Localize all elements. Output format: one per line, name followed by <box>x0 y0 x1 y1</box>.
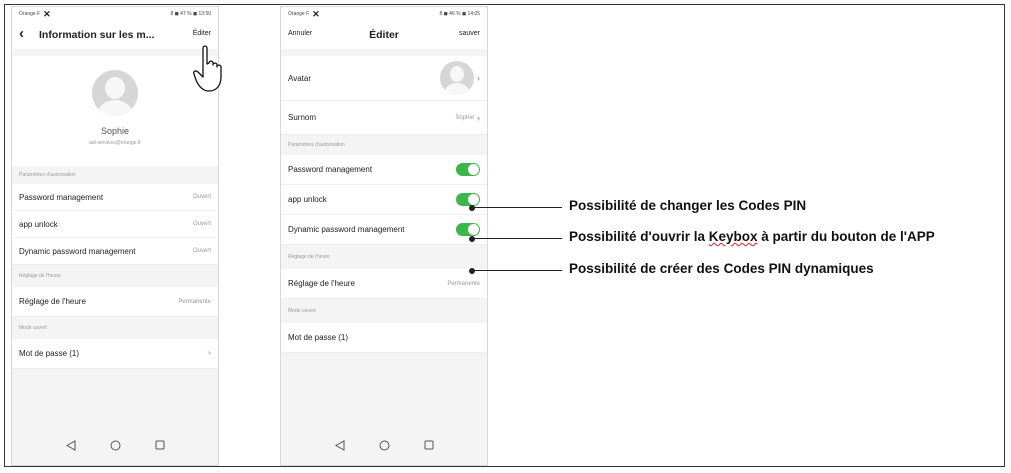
row-password-management: Password management <box>281 155 487 185</box>
carrier-label: Orange F <box>288 11 310 17</box>
annotation-dot <box>469 268 475 274</box>
profile-name: Sophie <box>100 126 130 136</box>
annotation-line <box>472 270 562 271</box>
row-password-management[interactable]: Password management Ouvert <box>12 184 218 211</box>
row-label: Réglage de l'heure <box>288 279 355 288</box>
annotation-line <box>472 238 562 239</box>
status-bar: Orange F ✕ 8 ◼ 47 % ◼ 13:50 <box>12 7 218 21</box>
chevron-right-icon: > <box>207 350 211 357</box>
row-dynamic-password[interactable]: Dynamic password management Ouvert <box>12 238 218 265</box>
phone-screen-info: Orange F ✕ 8 ◼ 47 % ◼ 13:50 ‹ Informatio… <box>11 6 219 466</box>
row-app-unlock[interactable]: app unlock Ouvert <box>12 211 218 238</box>
row-avatar[interactable]: Avatar › <box>281 56 487 101</box>
mute-x-icon: ✕ <box>312 8 320 19</box>
annotation-open-keybox: Possibilité d'ouvrir la Keybox à partir … <box>569 229 935 244</box>
row-label: Dynamic password management <box>288 225 405 234</box>
toggle-dynamic-password[interactable] <box>456 223 480 236</box>
row-value: Ouvert <box>192 194 211 200</box>
row-time-setting[interactable]: Réglage de l'heure Permanente <box>12 287 218 317</box>
annotation-dynamic-pin: Possibilité de créer des Codes PIN dynam… <box>569 261 874 276</box>
section-label-time: Réglage de l'heure <box>19 273 61 279</box>
profile-card: Sophie adi-services@orange.fr <box>12 56 218 166</box>
row-label: app unlock <box>19 219 58 229</box>
row-nickname[interactable]: Surnom Sophie › <box>281 101 487 135</box>
row-password-list[interactable]: Mot de passe (1) <box>281 323 487 353</box>
avatar <box>92 70 138 116</box>
row-label: Password management <box>19 192 104 202</box>
toggle-app-unlock[interactable] <box>456 193 480 206</box>
row-password-list[interactable]: Mot de passe (1) > <box>12 339 218 369</box>
annotation-text-part: Possibilité d'ouvrir la <box>569 229 709 244</box>
row-label: Mot de passe (1) <box>19 349 80 358</box>
status-bar: Orange F ✕ 8 ◼ 46 % ◼ 14:05 <box>281 7 487 21</box>
page-title: Éditer <box>369 29 399 41</box>
annotation-change-pin: Possibilité de changer les Codes PIN <box>569 198 807 213</box>
row-value: Ouvert <box>192 221 211 227</box>
section-label-mode: Mode ouvert <box>288 308 316 314</box>
row-value: Ouvert <box>192 248 211 254</box>
carrier-label: Orange F <box>19 11 41 17</box>
profile-email: adi-services@orange.fr <box>89 140 141 146</box>
annotation-line <box>472 207 562 208</box>
row-value: Permanente <box>447 280 480 287</box>
section-label-auth: Paramètres d'autorisation <box>19 172 76 178</box>
section-label-mode: Mode ouvert <box>19 325 47 331</box>
row-label: Dynamic password management <box>19 246 136 256</box>
pointing-hand-icon <box>193 45 222 92</box>
nav-home-icon[interactable] <box>379 440 390 451</box>
nav-home-icon[interactable] <box>110 440 121 451</box>
avatar <box>440 61 474 95</box>
toggle-password-management[interactable] <box>456 163 480 176</box>
section-label-time: Réglage de l'heure <box>288 254 330 260</box>
row-label: Réglage de l'heure <box>19 297 86 306</box>
row-dynamic-password: Dynamic password management <box>281 215 487 245</box>
nav-recents-icon[interactable] <box>424 440 434 450</box>
phone-screen-edit: Orange F ✕ 8 ◼ 46 % ◼ 14:05 Annuler Édit… <box>280 6 488 466</box>
row-label: Surnom <box>288 113 317 122</box>
annotation-dot <box>469 236 475 242</box>
header: ‹ Information sur les m... Éditer <box>12 21 218 49</box>
annotation-text-part: à partir du bouton de l'APP <box>757 229 935 244</box>
nickname-value: Sophie <box>455 114 474 121</box>
nav-recents-icon[interactable] <box>155 440 165 450</box>
android-nav-bar <box>12 425 218 465</box>
status-right: 8 ◼ 47 % ◼ 13:50 <box>170 11 211 17</box>
nav-back-icon[interactable] <box>334 439 345 451</box>
android-nav-bar <box>281 425 487 465</box>
annotation-dot <box>469 205 475 211</box>
header: Annuler Éditer sauver <box>281 21 487 49</box>
mute-x-icon: ✕ <box>43 8 51 19</box>
save-button[interactable]: sauver <box>459 30 480 37</box>
chevron-right-icon: › <box>477 73 480 83</box>
row-time-setting[interactable]: Réglage de l'heure Permanente <box>281 269 487 299</box>
row-label: app unlock <box>288 195 327 204</box>
back-chevron-icon[interactable]: ‹ <box>19 26 24 41</box>
row-value: Permanente <box>178 298 211 305</box>
status-right: 8 ◼ 46 % ◼ 14:05 <box>439 11 480 17</box>
row-app-unlock: app unlock <box>281 185 487 215</box>
section-label-auth: Paramètres d'autorisation <box>288 142 345 148</box>
annotation-keybox-word: Keybox <box>708 229 758 244</box>
page-title: Information sur les m... <box>39 29 155 41</box>
edit-button[interactable]: Éditer <box>193 30 211 37</box>
row-label: Password management <box>288 165 373 174</box>
nav-back-icon[interactable] <box>65 439 76 451</box>
row-label: Mot de passe (1) <box>288 333 349 342</box>
row-label: Avatar <box>288 73 311 83</box>
chevron-right-icon: › <box>477 112 480 123</box>
